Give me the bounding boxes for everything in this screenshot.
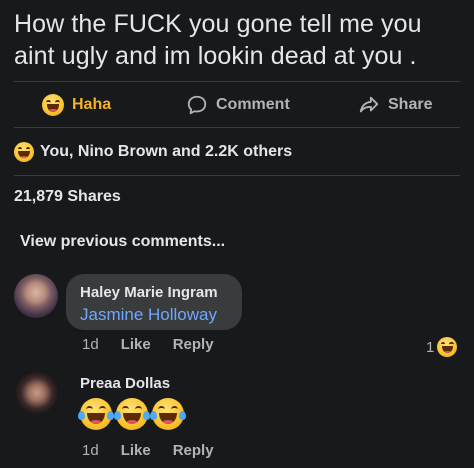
comment-meta: 1d Like Reply: [82, 336, 214, 353]
haha-reaction-button[interactable]: Haha: [42, 84, 111, 126]
reply-button[interactable]: Reply: [173, 442, 214, 459]
view-previous-comments-link[interactable]: View previous comments...: [20, 233, 225, 251]
comment-button[interactable]: Comment: [186, 84, 290, 126]
divider: [14, 81, 460, 82]
reactions-summary[interactable]: You, Nino Brown and 2.2K others: [14, 140, 292, 164]
haha-icon: [14, 142, 34, 162]
comment-meta: 1d Like Reply: [82, 442, 214, 459]
shares-count[interactable]: 21,879 Shares: [14, 188, 121, 206]
like-button[interactable]: Like: [121, 336, 151, 353]
reaction-count-text: 1: [426, 338, 435, 356]
haha-icon: [437, 337, 458, 357]
share-label: Share: [388, 96, 433, 113]
action-bar: Haha Comment Share: [0, 84, 474, 126]
share-button[interactable]: Share: [358, 84, 432, 126]
avatar[interactable]: [14, 370, 58, 414]
divider: [14, 175, 460, 176]
reply-button[interactable]: Reply: [173, 336, 214, 353]
avatar[interactable]: [14, 274, 58, 318]
comment-mention-link[interactable]: Jasmine Holloway: [80, 305, 217, 325]
comment-author[interactable]: Haley Marie Ingram: [80, 284, 218, 301]
post-text: How the FUCK you gone tell me you aint u…: [14, 10, 422, 70]
divider: [14, 127, 460, 128]
comment-reaction-count[interactable]: 1: [426, 337, 458, 357]
comment-bubble: Haley Marie Ingram Jasmine Holloway: [66, 274, 242, 330]
comment-label: Comment: [216, 96, 290, 113]
haha-label: Haha: [72, 96, 112, 113]
comment-icon: [187, 95, 207, 115]
reactions-summary-text: You, Nino Brown and 2.2K others: [40, 143, 293, 160]
tears-of-joy-icon: [114, 398, 150, 430]
tears-of-joy-icon: [78, 398, 114, 430]
like-button[interactable]: Like: [121, 442, 151, 459]
comment-timestamp: 1d: [82, 336, 99, 353]
haha-icon: [42, 94, 64, 116]
comment-timestamp: 1d: [82, 442, 99, 459]
tears-of-joy-icon: [150, 398, 186, 430]
comment-author[interactable]: Preaa Dollas: [80, 375, 170, 392]
share-arrow-icon: [359, 96, 379, 113]
comment-emoji-content: [78, 398, 186, 430]
